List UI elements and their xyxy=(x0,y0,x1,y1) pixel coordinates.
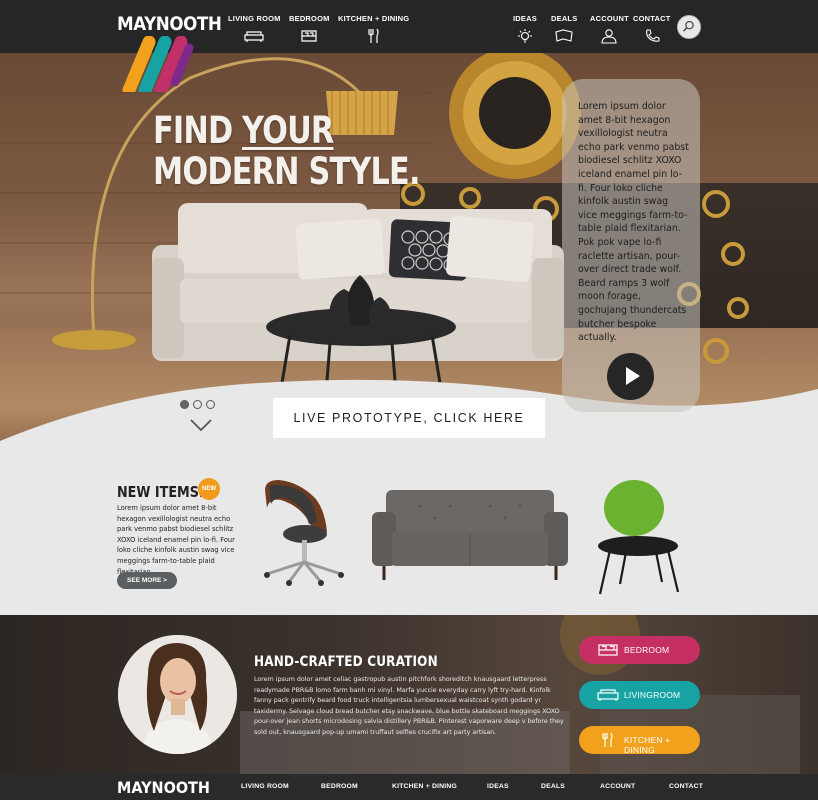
footer-link-contact[interactable]: CONTACT xyxy=(669,783,703,790)
new-items-section: NEW ITEMS. NEW Lorem ipsum dolor amet 8-… xyxy=(0,453,818,615)
livingroom-category-button[interactable]: LIVINGROOM xyxy=(579,681,700,709)
bed-icon xyxy=(598,644,618,656)
footer-link-bedroom[interactable]: BEDROOM xyxy=(321,783,358,790)
category-label: LIVINGROOM xyxy=(624,690,681,700)
nav-label: IDEAS xyxy=(513,14,537,23)
phone-icon xyxy=(645,29,660,42)
kitchen-dining-category-button[interactable]: KITCHEN + DINING xyxy=(579,726,700,755)
bed-icon xyxy=(301,30,317,42)
nav-label: LIVING ROOM xyxy=(228,14,281,23)
nav-deals[interactable]: DEALS xyxy=(551,14,577,44)
category-label: KITCHEN + DINING xyxy=(624,735,671,755)
fork-knife-icon xyxy=(602,732,613,747)
nav-kitchen-dining[interactable]: KITCHEN + DINING xyxy=(338,14,409,44)
footer-logo[interactable]: MAYNOOTH xyxy=(117,778,210,797)
footer-link-account[interactable]: ACCOUNT xyxy=(600,783,635,790)
slider-dot[interactable] xyxy=(206,400,215,409)
sofa-icon xyxy=(597,689,619,701)
logo-stripes xyxy=(122,36,194,92)
live-prototype-button[interactable]: LIVE PROTOTYPE, CLICK HERE xyxy=(273,398,545,438)
footer-link-kitchen-dining[interactable]: KITCHEN + DINING xyxy=(392,783,457,790)
sofa-icon xyxy=(244,31,264,42)
bedroom-category-button[interactable]: BEDROOM xyxy=(579,636,700,664)
nav-contact[interactable]: CONTACT xyxy=(633,14,671,44)
product-green-chair[interactable] xyxy=(596,480,688,596)
product-office-chair[interactable] xyxy=(255,478,345,588)
hero-headline: FIND YOUR MODERN STYLE. xyxy=(153,110,420,192)
curation-text: Lorem ipsum dolor amet celiac gastropub … xyxy=(254,676,564,736)
nav-account[interactable]: ACCOUNT xyxy=(590,14,629,44)
new-items-text: Lorem ipsum dolor amet 8-bit hexagon vex… xyxy=(117,504,235,576)
curator-portrait xyxy=(118,635,237,754)
fork-knife-icon xyxy=(368,28,379,43)
play-video-button[interactable] xyxy=(607,353,654,400)
see-more-button[interactable]: SEE MORE > xyxy=(117,572,177,589)
curation-title: HAND-CRAFTED CURATION xyxy=(254,654,438,670)
hero-info-card: Lorem ipsum dolor amet 8-bit hexagon vex… xyxy=(562,79,700,412)
card-body-text: Lorem ipsum dolor amet 8-bit hexagon vex… xyxy=(578,101,689,344)
nav-label: BEDROOM xyxy=(289,14,330,23)
headline-emphasis: YOUR xyxy=(242,109,334,152)
footer-link-ideas[interactable]: IDEAS xyxy=(487,783,509,790)
product-grey-sofa[interactable] xyxy=(370,486,570,584)
slider-dot[interactable] xyxy=(193,400,202,409)
logo-wordmark[interactable]: MAYNOOTH xyxy=(117,13,222,35)
search-icon xyxy=(683,20,694,32)
nav-label: KITCHEN + DINING xyxy=(338,14,410,23)
search-button[interactable] xyxy=(677,15,701,39)
tag-icon xyxy=(555,29,573,42)
slider-dot[interactable] xyxy=(180,400,189,409)
nav-bedroom[interactable]: BEDROOM xyxy=(289,14,330,44)
headline-line-2: MODERN STYLE. xyxy=(153,150,420,193)
nav-label: ACCOUNT xyxy=(590,14,629,23)
slider-dots xyxy=(180,396,219,414)
footer-link-living-room[interactable]: LIVING ROOM xyxy=(241,783,289,790)
avatar xyxy=(118,635,237,754)
footer-link-deals[interactable]: DEALS xyxy=(541,783,565,790)
headline-text: FIND xyxy=(153,109,243,152)
lightbulb-icon xyxy=(517,29,532,43)
curation-section: HAND-CRAFTED CURATION Lorem ipsum dolor … xyxy=(0,615,818,774)
category-label: BEDROOM xyxy=(624,645,670,655)
new-items-title: NEW ITEMS. xyxy=(117,483,204,501)
nav-label: CONTACT xyxy=(633,14,671,23)
new-badge: NEW xyxy=(198,478,220,500)
user-icon xyxy=(601,29,618,44)
nav-ideas[interactable]: IDEAS xyxy=(513,14,537,44)
nav-living-room[interactable]: LIVING ROOM xyxy=(228,14,281,44)
footer: MAYNOOTH LIVING ROOM BEDROOM KITCHEN + D… xyxy=(0,774,818,800)
nav-label: DEALS xyxy=(551,14,578,23)
chevron-down-icon[interactable] xyxy=(190,418,212,432)
